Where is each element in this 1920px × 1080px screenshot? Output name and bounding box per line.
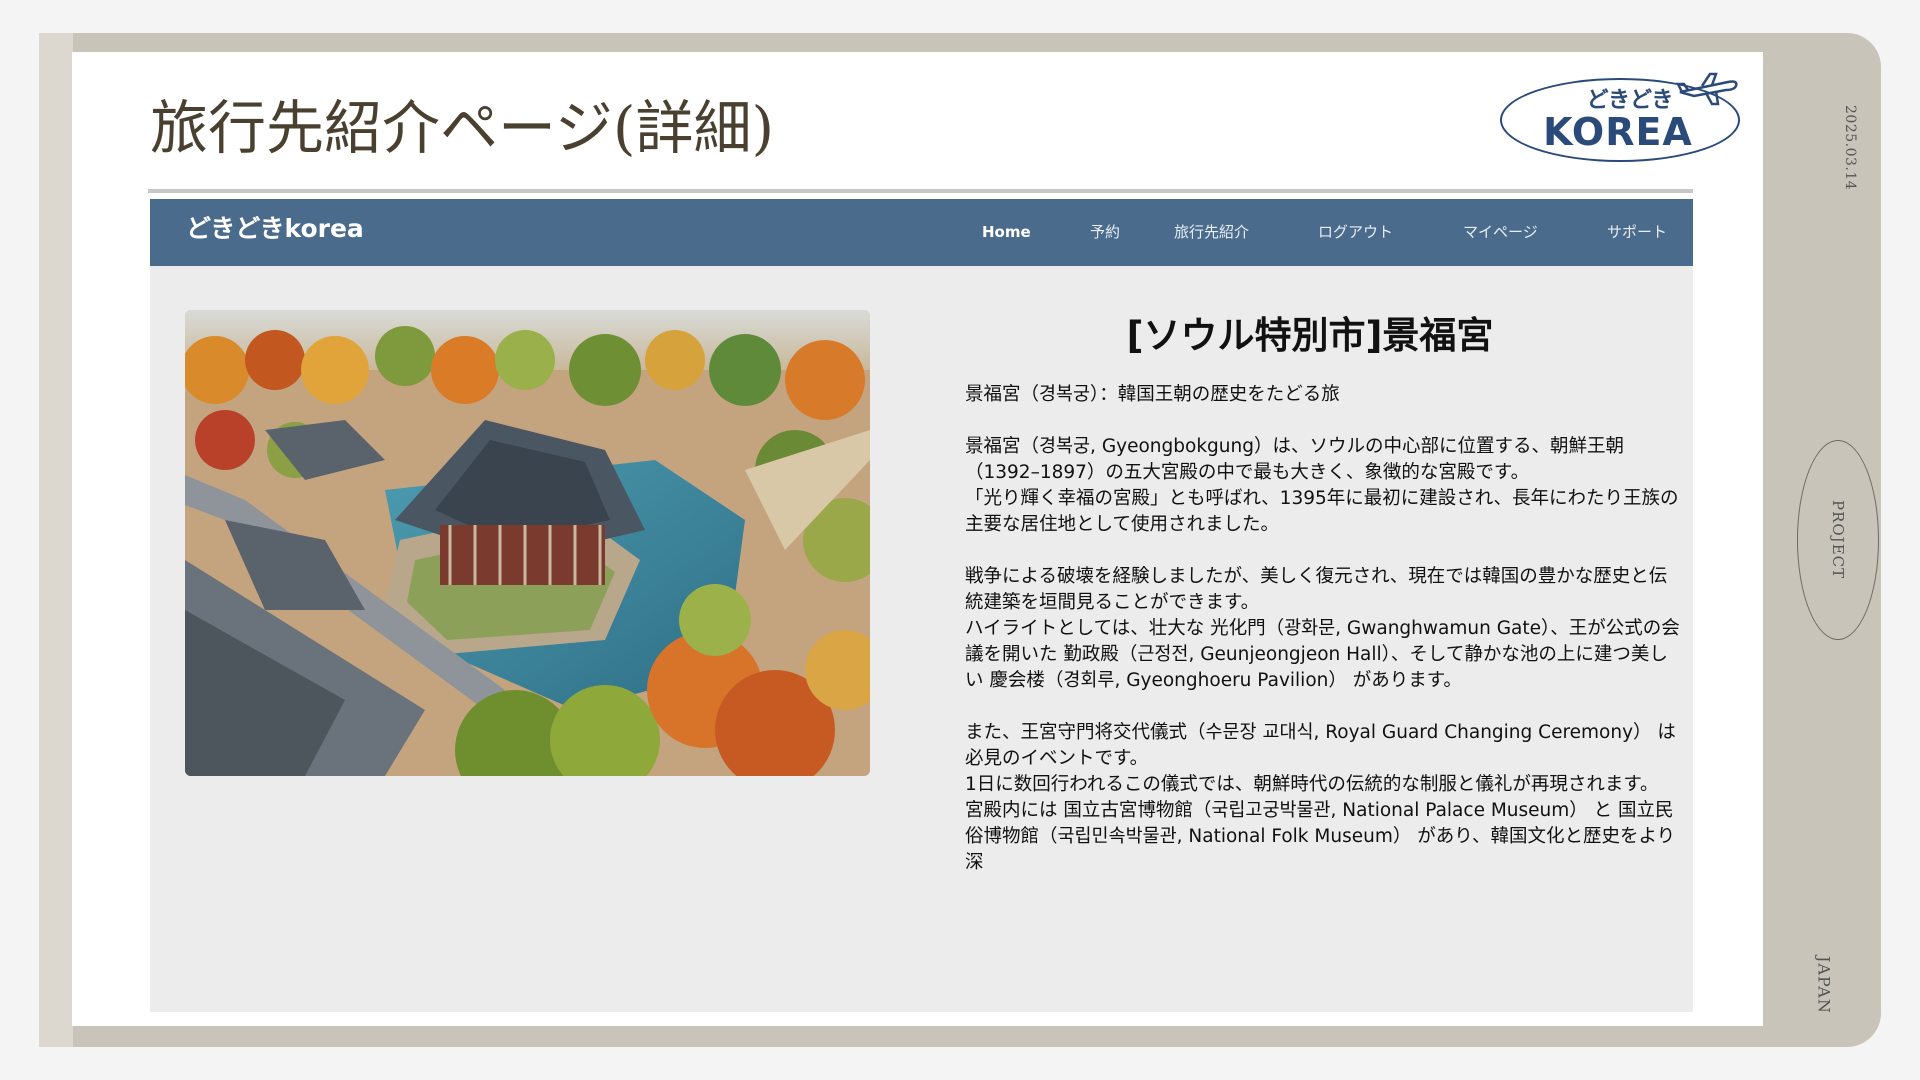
airplane-icon	[1676, 72, 1738, 106]
destination-description: 景福宮（경복궁）：韓国王朝の歴史をたどる旅 景福宮（경복궁, Gyeongbok…	[965, 382, 1685, 876]
project-label: PROJECT	[1829, 500, 1847, 580]
logo: どきどき KOREA	[1498, 72, 1744, 162]
description-paragraph: 景福宮（경복궁, Gyeongbokgung）は、ソウルの中心部に位置する、朝鮮…	[965, 436, 1679, 535]
description-paragraph: また、王宮守門将交代儀式（수문장 교대식, Royal Guard Changi…	[965, 722, 1676, 873]
destination-title: [ソウル特別市]景福宮	[1126, 314, 1494, 357]
logo-main-text: KOREA	[1543, 110, 1693, 154]
nav-destinations[interactable]: 旅行先紹介	[1174, 217, 1249, 247]
nav-reservation[interactable]: 予約	[1090, 217, 1120, 247]
logo-top-text: どきどき	[1586, 88, 1674, 113]
slide-frame-band	[39, 33, 73, 1047]
country-label: JAPAN	[1814, 956, 1834, 1014]
site-navbar: どきどきkorea Home 予約 旅行先紹介 ログアウト マイページ サポート	[150, 199, 1693, 266]
nav-home[interactable]: Home	[982, 217, 1031, 247]
slide-date: 2025.03.14	[1842, 105, 1858, 191]
description-paragraph: 戦争による破壊を経験しましたが、美しく復元され、現在では韓国の豊かな歴史と伝統建…	[965, 566, 1680, 691]
nav-logout[interactable]: ログアウト	[1318, 217, 1393, 247]
page-title: 旅行先紹介ページ(詳細)	[150, 94, 775, 162]
nav-support[interactable]: サポート	[1607, 217, 1667, 247]
palace-photo-illustration	[185, 310, 870, 776]
site-brand[interactable]: どきどきkorea	[186, 209, 486, 249]
description-paragraph: 景福宮（경복궁）：韓国王朝の歴史をたどる旅	[965, 384, 1340, 405]
nav-mypage[interactable]: マイページ	[1463, 217, 1538, 247]
palace-photo	[185, 310, 870, 776]
website-screenshot: どきどきkorea Home 予約 旅行先紹介 ログアウト マイページ サポート	[150, 199, 1693, 1012]
title-divider	[148, 189, 1693, 193]
